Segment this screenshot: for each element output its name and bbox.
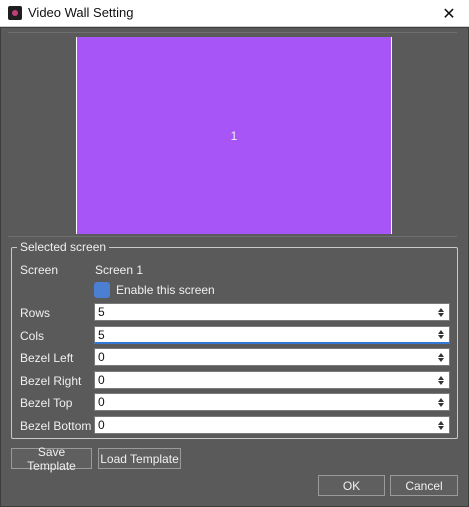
arrow-up-icon[interactable]: [438, 397, 444, 402]
arrow-down-icon[interactable]: [438, 402, 444, 407]
arrow-up-icon[interactable]: [438, 352, 444, 357]
bezel-left-spinbox[interactable]: 0: [94, 348, 450, 366]
app-icon: [8, 6, 22, 20]
screen-tile-label: 1: [230, 128, 238, 143]
cols-spinbox[interactable]: 5: [94, 326, 450, 344]
close-button[interactable]: ✕: [429, 0, 469, 27]
arrow-down-icon[interactable]: [438, 312, 444, 317]
bezel-right-spinbox[interactable]: 0: [94, 371, 450, 389]
rows-stepper[interactable]: [433, 304, 449, 320]
bezel-bottom-value[interactable]: 0: [98, 418, 105, 432]
rows-value[interactable]: 5: [98, 305, 105, 319]
screen-value: Screen 1: [95, 263, 144, 277]
close-icon: ✕: [442, 5, 456, 23]
bezel-top-spinbox[interactable]: 0: [94, 393, 450, 411]
bezel-left-label: Bezel Left: [20, 351, 74, 365]
bezel-bottom-stepper[interactable]: [433, 417, 449, 433]
bezel-right-stepper[interactable]: [433, 372, 449, 388]
arrow-up-icon[interactable]: [438, 307, 444, 312]
title-bar: Video Wall Setting ✕: [0, 0, 469, 27]
ok-button[interactable]: OK: [318, 475, 385, 496]
screen-tile-1[interactable]: 1: [76, 37, 392, 234]
cols-value[interactable]: 5: [98, 328, 105, 342]
bezel-top-label: Bezel Top: [20, 396, 73, 410]
cancel-button[interactable]: Cancel: [390, 475, 458, 496]
rows-spinbox[interactable]: 5: [94, 303, 450, 321]
bezel-right-label: Bezel Right: [20, 374, 82, 388]
arrow-down-icon[interactable]: [438, 357, 444, 362]
screen-label: Screen: [20, 263, 59, 277]
arrow-up-icon[interactable]: [438, 375, 444, 380]
arrow-down-icon[interactable]: [438, 335, 444, 339]
bezel-left-value[interactable]: 0: [98, 350, 105, 364]
enable-screen-label[interactable]: Enable this screen: [116, 283, 215, 297]
bezel-right-value[interactable]: 0: [98, 373, 105, 387]
bezel-left-stepper[interactable]: [433, 349, 449, 365]
load-template-button[interactable]: Load Template: [98, 448, 181, 469]
bezel-top-value[interactable]: 0: [98, 395, 105, 409]
rows-label: Rows: [20, 306, 51, 320]
arrow-up-icon[interactable]: [438, 420, 444, 425]
cols-stepper[interactable]: [433, 327, 449, 342]
window-title: Video Wall Setting: [28, 5, 134, 20]
arrow-up-icon[interactable]: [438, 330, 444, 334]
arrow-down-icon[interactable]: [438, 380, 444, 385]
cols-label: Cols: [20, 329, 45, 343]
bezel-bottom-spinbox[interactable]: 0: [94, 416, 450, 434]
save-template-button[interactable]: Save Template: [11, 445, 92, 473]
bezel-top-stepper[interactable]: [433, 394, 449, 410]
arrow-down-icon[interactable]: [438, 425, 444, 430]
enable-screen-checkbox[interactable]: [94, 282, 110, 298]
bezel-bottom-label: Bezel Bottom: [20, 419, 92, 433]
selected-screen-group-title: Selected screen: [17, 240, 110, 254]
